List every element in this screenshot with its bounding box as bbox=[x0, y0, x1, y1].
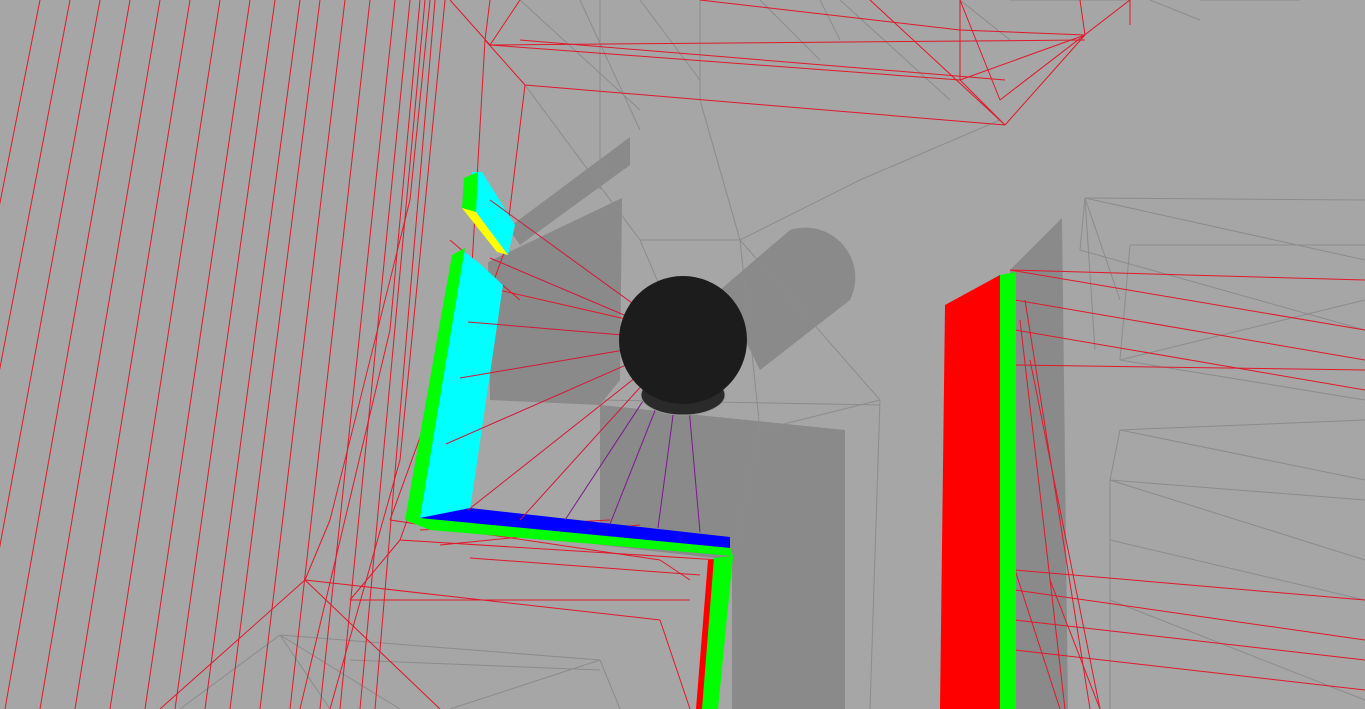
simulation-viewport[interactable] bbox=[0, 0, 1365, 709]
robot-body bbox=[619, 276, 747, 404]
wall-top-green bbox=[462, 172, 478, 212]
wall-right-green bbox=[1000, 272, 1016, 709]
wall-right-red bbox=[940, 275, 1000, 709]
shadow-right-wall bbox=[1010, 218, 1068, 709]
